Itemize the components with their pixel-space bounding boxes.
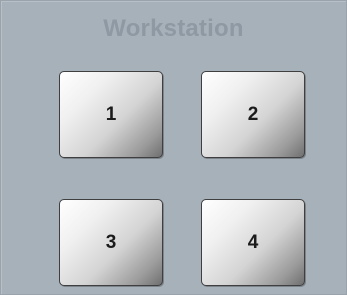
workstation-key-1[interactable]: 1: [59, 71, 163, 158]
workstation-panel: Workstation 1 2 3 4: [0, 0, 347, 295]
workstation-key-3[interactable]: 3: [59, 199, 163, 286]
workstation-key-2[interactable]: 2: [201, 71, 305, 158]
panel-title: Workstation: [103, 15, 244, 42]
key-label: 2: [247, 103, 259, 125]
key-label: 1: [105, 103, 117, 125]
key-label: 4: [247, 231, 259, 253]
key-label: 3: [105, 231, 117, 253]
workstation-key-4[interactable]: 4: [201, 199, 305, 286]
